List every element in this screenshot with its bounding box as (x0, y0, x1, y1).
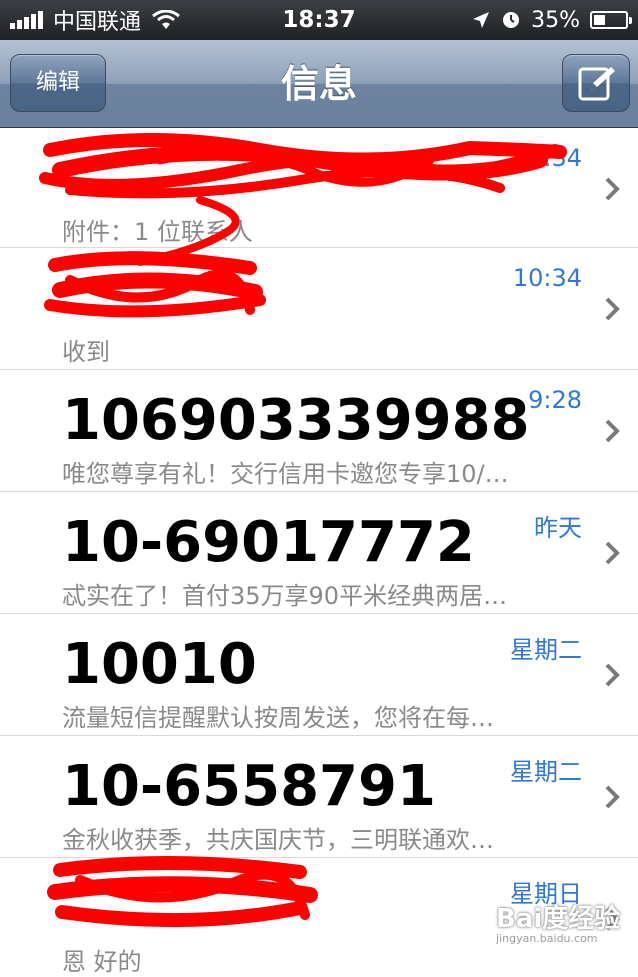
conversation-list: 10:34 附件：1 位联系人 10:34 收到 106903339988 9:… (0, 128, 638, 976)
compose-button[interactable] (562, 54, 630, 112)
chevron-right-icon (605, 419, 620, 443)
conversation-timestamp: 9:28 (528, 386, 582, 414)
chevron-right-icon (605, 297, 620, 321)
edit-button[interactable]: 编辑 (10, 54, 106, 112)
conversation-timestamp: 星期二 (510, 758, 582, 786)
conversation-row[interactable]: 106903339988 9:28 唯您尊享有礼！交行信用卡邀您专享10/… (0, 370, 638, 492)
battery-percent: 35% (531, 7, 580, 33)
conversation-timestamp: 昨天 (534, 514, 582, 542)
conversation-preview: 金秋收获季，共庆国庆节，三明联通欢… (62, 826, 494, 854)
conversation-preview: 收到 (62, 338, 110, 366)
chevron-right-icon (605, 177, 620, 201)
conversation-row[interactable]: 10:34 附件：1 位联系人 (0, 128, 638, 248)
conversation-row[interactable]: 10:34 收到 (0, 248, 638, 370)
conversation-row[interactable]: 10-6558791 星期二 金秋收获季，共庆国庆节，三明联通欢… (0, 736, 638, 858)
conversation-timestamp: 10:34 (512, 144, 582, 172)
conversation-row[interactable]: 10010 星期二 流量短信提醒默认按周发送，您将在每… (0, 614, 638, 736)
conversation-sender: 10-6558791 (62, 754, 436, 819)
conversation-preview: 唯您尊享有礼！交行信用卡邀您专享10/… (62, 460, 509, 488)
watermark-url: jingyan.baidu.com (496, 932, 598, 945)
status-bar: 中国联通 18:37 35% (0, 0, 638, 40)
conversation-sender: 106903339988 (62, 388, 530, 453)
conversation-sender: 10-69017772 (62, 510, 475, 575)
conversation-timestamp: 星期二 (510, 636, 582, 664)
conversation-preview: 忒实在了！首付35万享90平米经典两居… (62, 582, 508, 610)
conversation-preview: 恩 好的 (62, 948, 142, 976)
compose-icon (578, 67, 615, 101)
conversation-timestamp: 10:34 (512, 264, 582, 292)
conversation-sender: 10010 (62, 632, 257, 697)
watermark-text: Bai度经验 (496, 904, 621, 934)
chevron-right-icon (605, 541, 620, 565)
chevron-right-icon (605, 785, 620, 809)
conversation-preview: 附件：1 位联系人 (62, 218, 253, 246)
battery-icon (590, 11, 632, 29)
location-arrow-icon (473, 12, 490, 28)
watermark: Bai度经验 jingyan.baidu.com (496, 898, 621, 945)
conversation-preview: 流量短信提醒默认按周发送，您将在每… (62, 704, 494, 732)
chevron-right-icon (605, 663, 620, 687)
nav-bar: 信息 编辑 (0, 40, 638, 128)
conversation-row[interactable]: 10-69017772 昨天 忒实在了！首付35万享90平米经典两居… (0, 492, 638, 614)
alarm-clock-icon (503, 12, 520, 28)
